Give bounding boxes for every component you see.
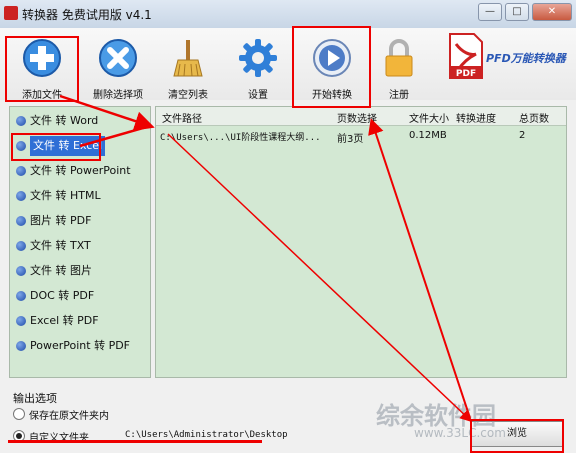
arrow-add-to-list (59, 94, 155, 131)
arrow-list-to-excel (79, 124, 151, 148)
arrow-to-browse (167, 133, 473, 423)
annotation-arrows (59, 94, 473, 423)
